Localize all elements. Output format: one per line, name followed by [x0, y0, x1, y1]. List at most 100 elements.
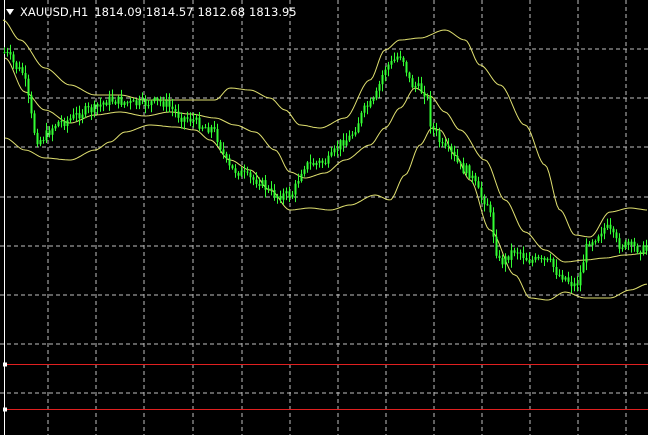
candle-body — [141, 98, 144, 100]
candle-body — [486, 204, 489, 206]
candle-body — [555, 267, 558, 275]
candle-body — [87, 106, 90, 108]
candle-body — [138, 100, 141, 106]
candle-body — [261, 180, 264, 186]
candle-body — [345, 140, 348, 146]
candle-body — [615, 232, 618, 239]
candle-body — [564, 277, 567, 280]
candle-body — [339, 140, 342, 150]
candle-body — [612, 228, 615, 233]
candle-body — [378, 84, 381, 91]
candle-body — [627, 241, 630, 245]
candle-body — [540, 258, 543, 259]
candle-body — [117, 96, 120, 104]
candle-body — [144, 98, 147, 106]
candle-body — [270, 188, 273, 190]
candle-body — [462, 163, 465, 174]
candle-body — [570, 281, 573, 287]
candle-body — [66, 120, 69, 126]
candle-body — [90, 107, 93, 113]
candle-body — [327, 155, 330, 164]
candle-body — [189, 118, 192, 122]
candle-body — [147, 105, 150, 107]
candle-body — [174, 109, 177, 112]
candle-body — [255, 179, 258, 184]
candle-body — [108, 96, 111, 105]
candle-body — [357, 123, 360, 133]
candle-body — [159, 100, 162, 102]
candle-body — [165, 100, 168, 107]
dropdown-triangle-icon[interactable] — [6, 9, 14, 15]
candle-body — [126, 102, 129, 104]
candle-body — [597, 236, 600, 242]
candle-body — [507, 256, 510, 260]
candle-body — [102, 102, 105, 105]
candle-body — [573, 283, 576, 287]
chart-header: XAUUSD,H1 1814.09 1814.57 1812.68 1813.9… — [2, 4, 297, 20]
candle-body — [549, 258, 552, 260]
candle-body — [114, 101, 117, 104]
candle-body — [459, 161, 462, 164]
candle-body — [594, 241, 597, 243]
candle-body — [438, 131, 441, 142]
candle-body — [27, 78, 30, 96]
candle-body — [273, 190, 276, 198]
candle-body — [588, 243, 591, 246]
candle-body — [480, 187, 483, 198]
candle-body — [330, 152, 333, 156]
candle-body — [267, 188, 270, 190]
candle-body — [645, 245, 648, 251]
chart-canvas[interactable] — [0, 0, 648, 435]
candle-body — [576, 283, 579, 286]
price-chart[interactable]: XAUUSD,H1 1814.09 1814.57 1812.68 1813.9… — [0, 0, 648, 435]
candle-body — [537, 256, 540, 259]
candle-body — [321, 160, 324, 163]
high-price: 1814.57 — [145, 5, 194, 19]
candle-body — [216, 129, 219, 143]
candle-body — [384, 69, 387, 75]
candle-body — [408, 72, 411, 79]
candle-body — [633, 241, 636, 246]
candle-body — [318, 160, 321, 163]
candle-body — [150, 101, 153, 106]
candle-body — [363, 105, 366, 113]
candle-body — [306, 162, 309, 170]
candle-body — [435, 129, 438, 132]
chart-grid — [0, 0, 648, 435]
candle-body — [429, 96, 432, 127]
candle-body — [57, 121, 60, 126]
candle-body — [6, 52, 9, 53]
close-price: 1813.95 — [249, 5, 297, 19]
candle-body — [237, 172, 240, 176]
candle-body — [426, 96, 429, 98]
candle-body — [207, 127, 210, 133]
candle-body — [390, 61, 393, 65]
candle-body — [423, 92, 426, 97]
candle-body — [420, 83, 423, 93]
candle-body — [75, 113, 78, 115]
candle-body — [642, 245, 645, 254]
candle-body — [39, 140, 42, 145]
candle-body — [387, 64, 390, 70]
candle-body — [231, 165, 234, 169]
bollinger-lower-band — [4, 124, 648, 301]
candle-body — [69, 118, 72, 121]
candle-body — [411, 78, 414, 88]
open-price: 1814.09 — [94, 5, 142, 19]
candle-body — [228, 158, 231, 166]
candle-body — [618, 238, 621, 249]
candle-body — [123, 102, 126, 105]
candle-body — [444, 143, 447, 146]
candles — [3, 44, 648, 294]
candle-body — [180, 117, 183, 122]
candle-body — [510, 250, 513, 260]
candle-body — [558, 274, 561, 276]
candle-body — [489, 204, 492, 213]
candle-body — [609, 224, 612, 229]
candle-body — [342, 140, 345, 146]
candle-body — [375, 90, 378, 99]
candle-body — [474, 175, 477, 182]
candle-body — [567, 277, 570, 282]
candle-body — [129, 100, 132, 103]
candle-body — [450, 146, 453, 152]
